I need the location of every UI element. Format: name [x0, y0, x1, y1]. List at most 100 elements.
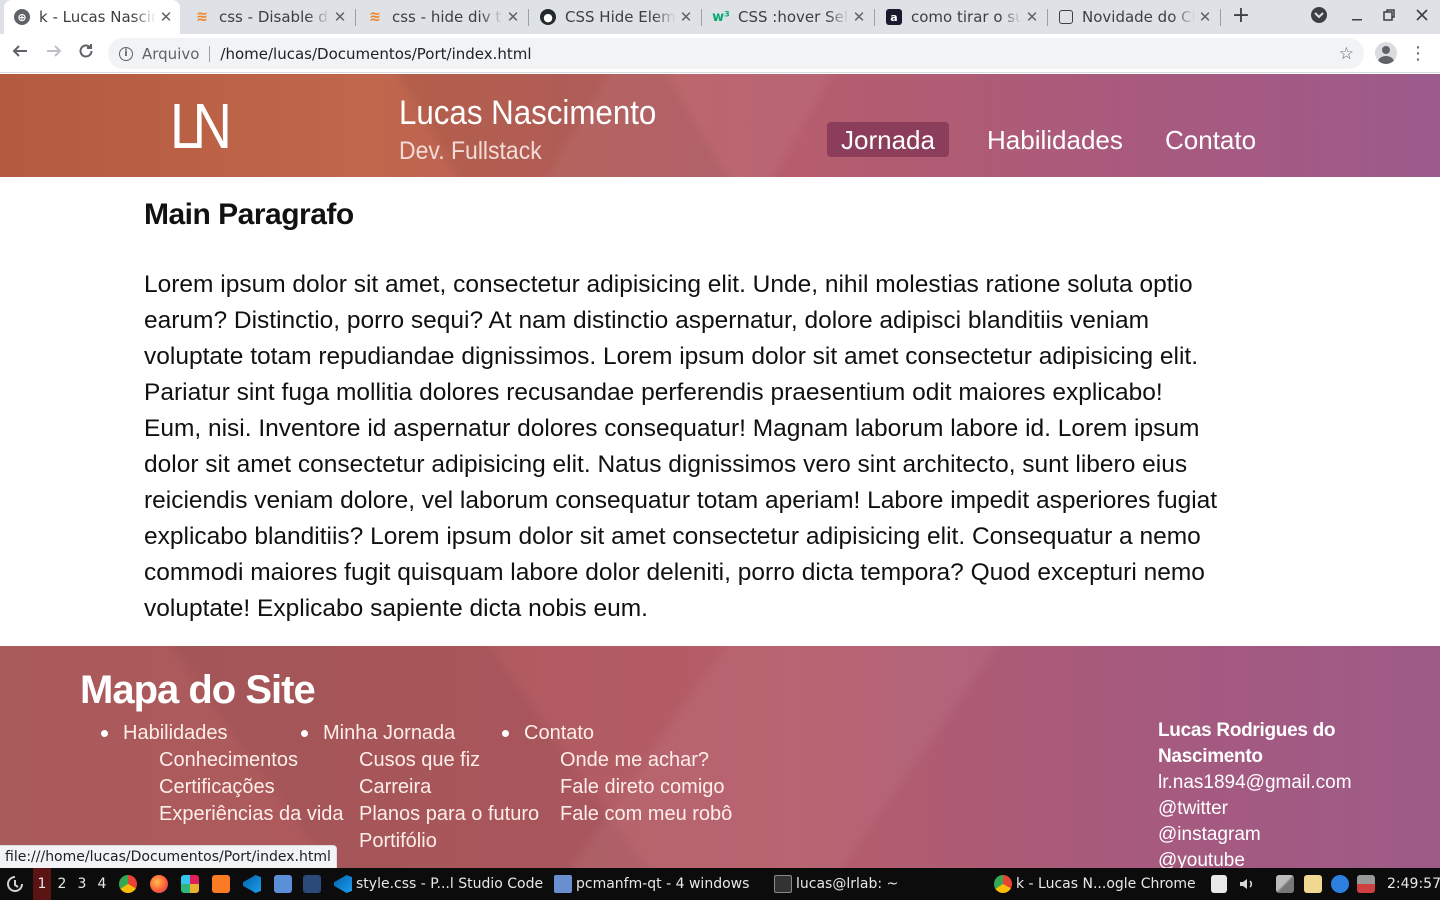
desktop-1[interactable]: 1	[33, 868, 51, 900]
tab-css-disable[interactable]: ≋ css - Disable default ✕	[184, 0, 354, 34]
volume-tray-icon[interactable]	[1238, 868, 1256, 900]
chrome-icon	[994, 875, 1012, 893]
tools-tray-icon[interactable]	[1276, 868, 1294, 900]
tab-lucas-nascimento[interactable]: ⊕ k - Lucas Nascimento ✕	[4, 0, 180, 34]
notes-launcher-icon[interactable]	[274, 868, 292, 900]
task-pcmanfm[interactable]: pcmanfm-qt - 4 windows	[554, 868, 749, 900]
contact-email-link[interactable]: lr.nas1894@gmail.com	[1158, 770, 1440, 796]
reload-icon[interactable]	[74, 42, 98, 66]
os-taskbar: 1 2 3 4 style.css - P...l Studio Code pc…	[0, 868, 1440, 900]
tab-como-tirar[interactable]: a como tirar o sublinhado ✕	[876, 0, 1046, 34]
brand-name: Lucas Nascimento	[399, 94, 657, 132]
task-label: k - Lucas N...ogle Chrome	[1016, 876, 1196, 892]
clock[interactable]: 2:49:57	[1387, 868, 1440, 900]
site-header: LN Lucas Nascimento Dev. Fullstack Jorna…	[0, 74, 1440, 177]
sitemap-head[interactable]: Contato	[502, 720, 732, 747]
main-paragraph: Lorem ipsum dolor sit amet, consectetur …	[144, 271, 1218, 622]
files-tray-icon[interactable]	[1304, 868, 1322, 900]
close-icon[interactable]: ✕	[330, 8, 350, 26]
url-text[interactable]: /home/lucas/Documentos/Port/index.html	[220, 45, 531, 63]
sitemap-link[interactable]: Fale direto comigo	[502, 774, 732, 801]
address-bar[interactable]: i Arquivo /home/lucas/Documentos/Port/in…	[108, 38, 1364, 69]
tab-title: CSS Hide Element	[565, 8, 676, 26]
tab-title: k - Lucas Nascimento	[39, 8, 156, 26]
divider	[209, 45, 211, 62]
close-icon[interactable]: ✕	[1195, 8, 1215, 26]
site-footer: Mapa do Site Habilidades Conhecimentos C…	[0, 646, 1440, 868]
task-terminal[interactable]: lucas@lrlab: ~	[774, 868, 898, 900]
tab-separator	[701, 9, 702, 26]
bookmark-star-icon[interactable]: ☆	[1339, 44, 1354, 64]
tab-title: Novidade do Chrome	[1082, 8, 1195, 26]
close-window-icon[interactable]	[1411, 6, 1433, 28]
tab-title: CSS :hover Selector	[738, 8, 849, 26]
tab-css-hide-div[interactable]: ≋ css - hide div tag ✕	[357, 0, 527, 34]
close-icon[interactable]: ✕	[1022, 8, 1042, 26]
tab-separator	[528, 9, 529, 26]
tab-separator	[355, 9, 356, 26]
task-label: lucas@lrlab: ~	[796, 876, 899, 892]
sitemap-link[interactable]: Fale com meu robô	[502, 801, 732, 828]
bluetooth-tray-icon[interactable]	[1331, 868, 1349, 900]
tab-novidade-chrome[interactable]: Novidade do Chrome ✕	[1049, 0, 1219, 34]
desktop-4[interactable]: 4	[93, 868, 111, 900]
sitemap-link[interactable]: Onde me achar?	[502, 747, 732, 774]
start-menu-icon[interactable]	[4, 868, 26, 900]
battery-tray-icon[interactable]	[1357, 868, 1375, 900]
globe-icon: ⊕	[14, 9, 30, 25]
task-chrome[interactable]: k - Lucas N...ogle Chrome	[994, 868, 1196, 900]
clipboard-tray-icon[interactable]	[1211, 868, 1227, 900]
forward-icon[interactable]	[42, 42, 66, 66]
tab-strip: ⊕ k - Lucas Nascimento ✕ ≋ css - Disable…	[0, 0, 1440, 34]
page-icon	[1059, 10, 1073, 24]
restore-icon[interactable]	[1378, 6, 1400, 28]
vscode-launcher-icon[interactable]	[243, 868, 261, 900]
slack-launcher-icon[interactable]	[181, 868, 199, 900]
profile-avatar-icon[interactable]	[1375, 42, 1397, 64]
minimize-icon[interactable]	[1346, 6, 1368, 28]
contact-instagram-link[interactable]: @instagram	[1158, 822, 1440, 848]
nav-habilidades[interactable]: Habilidades	[973, 122, 1137, 157]
task-label: style.css - P...l Studio Code	[356, 876, 544, 892]
desktop-3[interactable]: 3	[73, 868, 91, 900]
sitemap-column-contato: Contato Onde me achar? Fale direto comig…	[502, 720, 732, 828]
close-icon[interactable]: ✕	[849, 8, 869, 26]
contact-twitter-link[interactable]: @twitter	[1158, 796, 1440, 822]
nav-jornada[interactable]: Jornada	[827, 122, 949, 157]
new-tab-button[interactable]: +	[1228, 4, 1254, 30]
monitor-launcher-icon[interactable]	[303, 868, 321, 900]
folder-icon	[554, 875, 572, 893]
close-icon[interactable]: ✕	[156, 8, 176, 26]
tab-css-hover[interactable]: w³ CSS :hover Selector ✕	[703, 0, 873, 34]
github-icon: ●	[540, 9, 556, 25]
tab-title: css - hide div tag	[392, 8, 503, 26]
main-title: Main Paragrafo	[144, 198, 354, 231]
tab-separator	[874, 9, 875, 26]
task-vscode[interactable]: style.css - P...l Studio Code	[334, 868, 543, 900]
xampp-launcher-icon[interactable]	[212, 868, 230, 900]
stackoverflow-icon: ≋	[369, 9, 381, 25]
terminal-icon	[774, 875, 792, 893]
chrome-launcher-icon[interactable]	[119, 868, 137, 900]
tab-separator	[1220, 9, 1221, 26]
tab-title: css - Disable default	[219, 8, 330, 26]
firefox-launcher-icon[interactable]	[150, 868, 168, 900]
tab-css-hide-element[interactable]: ● CSS Hide Element ✕	[530, 0, 700, 34]
back-icon[interactable]	[8, 42, 32, 66]
close-icon[interactable]: ✕	[676, 8, 696, 26]
desktop-2[interactable]: 2	[53, 868, 71, 900]
task-label: pcmanfm-qt - 4 windows	[576, 876, 750, 892]
menu-kebab-icon[interactable]: ⋮	[1408, 42, 1428, 66]
contact-name: Lucas Rodrigues do Nascimento	[1158, 720, 1336, 767]
close-icon[interactable]: ✕	[503, 8, 523, 26]
footer-contact: Lucas Rodrigues do Nascimento lr.nas1894…	[1158, 718, 1440, 868]
tab-search-icon[interactable]	[1308, 6, 1330, 28]
site-logo[interactable]: LN	[170, 94, 232, 158]
site-scheme-label: Arquivo	[142, 44, 200, 63]
browser-toolbar: i Arquivo /home/lucas/Documentos/Port/in…	[0, 34, 1440, 73]
contact-youtube-link[interactable]: @youtube	[1158, 848, 1440, 868]
link-status-bar: file:///home/lucas/Documentos/Port/index…	[0, 845, 337, 868]
info-icon[interactable]: i	[119, 46, 133, 61]
brand-role: Dev. Fullstack	[399, 137, 542, 165]
nav-contato[interactable]: Contato	[1151, 122, 1270, 157]
